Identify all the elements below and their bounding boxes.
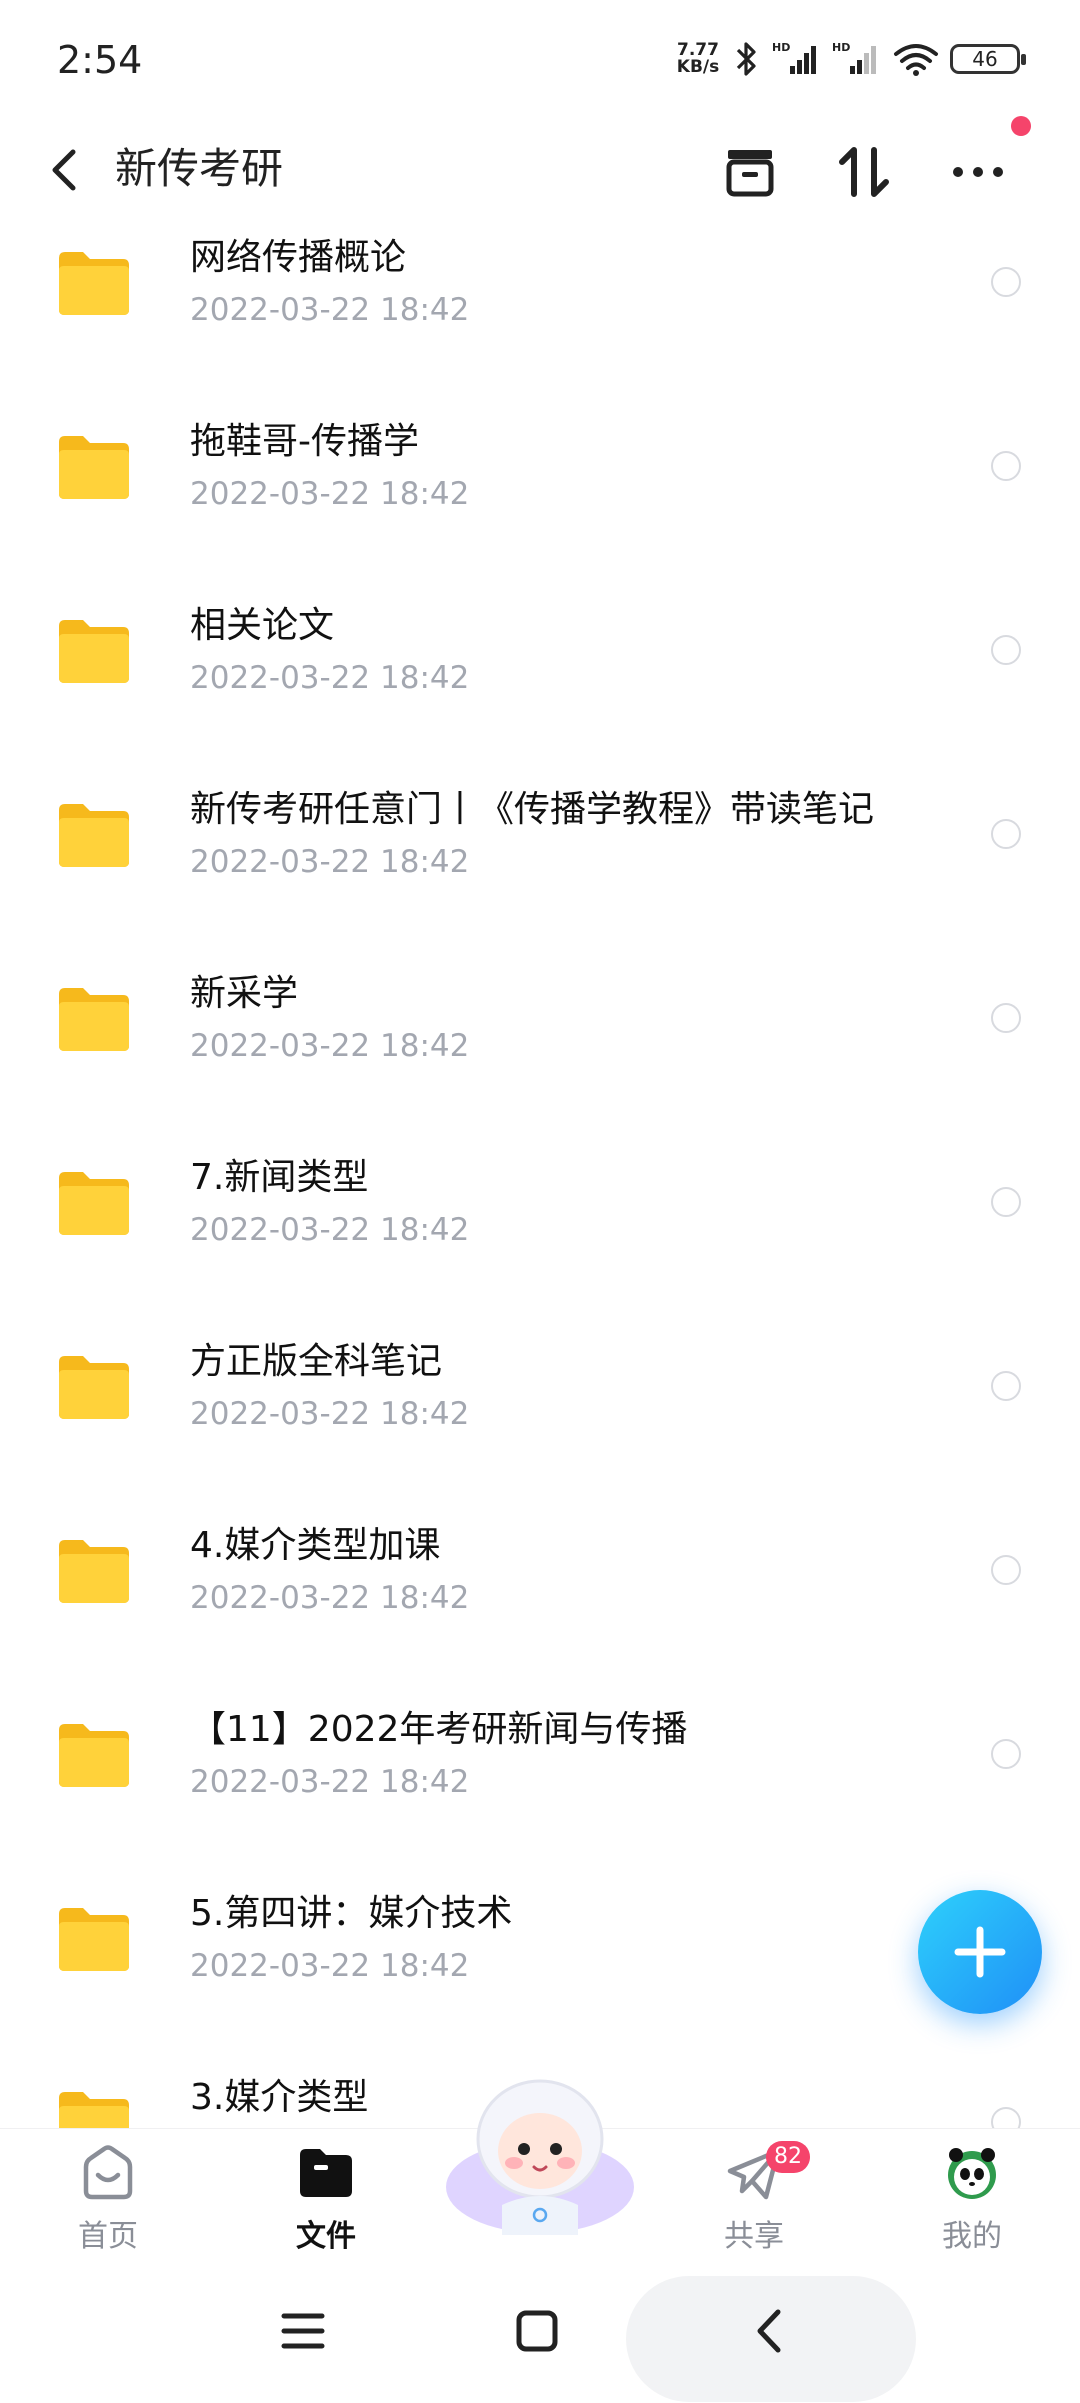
file-date: 2022-03-22 18:42: [190, 844, 470, 880]
file-date: 2022-03-22 18:42: [190, 476, 470, 512]
notification-dot: [1011, 116, 1031, 136]
svg-text:HD: HD: [832, 41, 850, 54]
signal-icon-sim1: HD: [772, 41, 816, 74]
file-date: 2022-03-22 18:42: [190, 292, 470, 328]
sort-icon[interactable]: [832, 140, 896, 204]
select-checkbox[interactable]: [991, 819, 1021, 849]
battery-indicator: 46: [950, 44, 1026, 74]
file-name: 3.媒介类型: [190, 2077, 369, 2118]
select-checkbox[interactable]: [991, 635, 1021, 665]
file-name: 5.第四讲：媒介技术: [190, 1893, 513, 1934]
svg-text:HD: HD: [772, 41, 790, 54]
mascot-assistant-icon[interactable]: [440, 2075, 640, 2235]
wifi-icon: [894, 44, 938, 76]
home-icon: [83, 2145, 133, 2200]
file-row[interactable]: 网络传播概论 2022-03-22 18:42: [0, 220, 1080, 404]
system-back-icon[interactable]: [726, 2286, 816, 2376]
network-speed: 7.77 KB/s: [674, 42, 722, 76]
file-name: 4.媒介类型加课: [190, 1525, 441, 1566]
select-checkbox[interactable]: [991, 1739, 1021, 1769]
file-row[interactable]: 相关论文 2022-03-22 18:42: [0, 588, 1080, 772]
panda-avatar-icon: [948, 2148, 996, 2199]
menu-icon[interactable]: [258, 2286, 348, 2376]
file-date: 2022-03-22 18:42: [190, 1764, 470, 1800]
file-name: 新采学: [190, 973, 299, 1014]
folder-icon: [59, 1356, 129, 1419]
file-row[interactable]: 7.新闻类型 2022-03-22 18:42: [0, 1140, 1080, 1324]
file-list: 网络传播概论 2022-03-22 18:42 拖鞋哥-传播学 2022-03-…: [0, 220, 1080, 2130]
file-name: 网络传播概论: [190, 237, 407, 278]
folder-icon: [59, 2092, 129, 2130]
file-date: 2022-03-22 18:42: [190, 1580, 470, 1616]
select-checkbox[interactable]: [991, 1187, 1021, 1217]
nav-share-label: 共享: [724, 2219, 784, 2254]
file-name: 拖鞋哥-传播学: [190, 421, 419, 462]
archive-icon[interactable]: [718, 140, 782, 204]
add-button[interactable]: [918, 1890, 1042, 2014]
back-icon[interactable]: [40, 140, 90, 200]
file-date: 2022-03-22 18:42: [190, 1948, 470, 1984]
status-bar: 2:54 7.77 KB/s HD HD 46: [0, 0, 1080, 130]
folder-icon: [59, 620, 129, 683]
select-checkbox[interactable]: [991, 1371, 1021, 1401]
file-row[interactable]: 4.媒介类型加课 2022-03-22 18:42: [0, 1508, 1080, 1692]
signal-icon-sim2: HD: [832, 41, 876, 74]
select-checkbox[interactable]: [991, 267, 1021, 297]
system-nav-bar: [0, 2268, 1080, 2403]
file-date: 2022-03-22 18:42: [190, 1028, 470, 1064]
plus-icon: [954, 1926, 1006, 1978]
nav-files-label: 文件: [296, 2219, 356, 2254]
folder-icon: [59, 804, 129, 867]
more-icon[interactable]: [946, 140, 1010, 204]
select-checkbox[interactable]: [991, 2107, 1021, 2130]
folder-icon: [59, 1724, 129, 1787]
file-name: 7.新闻类型: [190, 1157, 369, 1198]
file-row[interactable]: 新采学 2022-03-22 18:42: [0, 956, 1080, 1140]
file-name: 相关论文: [190, 605, 335, 646]
status-icons: 7.77 KB/s HD HD 46: [674, 40, 1026, 78]
nav-mine-label: 我的: [942, 2219, 1002, 2254]
file-name: 【11】2022年考研新闻与传播: [190, 1709, 688, 1750]
file-row[interactable]: 新传考研任意门丨《传播学教程》带读笔记 2022-03-22 18:42: [0, 772, 1080, 956]
folder-icon: [59, 436, 129, 499]
page-title: 新传考研: [115, 144, 284, 193]
file-row[interactable]: 拖鞋哥-传播学 2022-03-22 18:42: [0, 404, 1080, 588]
folder-icon: [300, 2149, 352, 2197]
nav-files[interactable]: 文件: [266, 2141, 386, 2261]
nav-home-label: 首页: [78, 2219, 138, 2254]
nav-home[interactable]: 首页: [48, 2141, 168, 2261]
file-row[interactable]: 【11】2022年考研新闻与传播 2022-03-22 18:42: [0, 1692, 1080, 1876]
status-time: 2:54: [57, 38, 143, 82]
select-checkbox[interactable]: [991, 1003, 1021, 1033]
folder-icon: [59, 1172, 129, 1235]
share-badge: 82: [766, 2141, 810, 2173]
file-date: 2022-03-22 18:42: [190, 1396, 470, 1432]
file-row[interactable]: 方正版全科笔记 2022-03-22 18:42: [0, 1324, 1080, 1508]
network-speed-unit: KB/s: [676, 57, 720, 77]
folder-icon: [59, 988, 129, 1051]
folder-icon: [59, 1908, 129, 1971]
file-date: 2022-03-22 18:42: [190, 660, 470, 696]
file-name: 方正版全科笔记: [190, 1341, 443, 1382]
nav-share[interactable]: 共享 82: [694, 2141, 814, 2261]
file-name: 新传考研任意门丨《传播学教程》带读笔记: [190, 789, 875, 830]
bluetooth-icon: [736, 42, 756, 76]
select-checkbox[interactable]: [991, 451, 1021, 481]
nav-mine[interactable]: 我的: [912, 2141, 1032, 2261]
select-checkbox[interactable]: [991, 1555, 1021, 1585]
folder-icon: [59, 1540, 129, 1603]
home-square-icon[interactable]: [492, 2286, 582, 2376]
folder-icon: [59, 252, 129, 315]
file-date: 2022-03-22 18:42: [190, 1212, 470, 1248]
